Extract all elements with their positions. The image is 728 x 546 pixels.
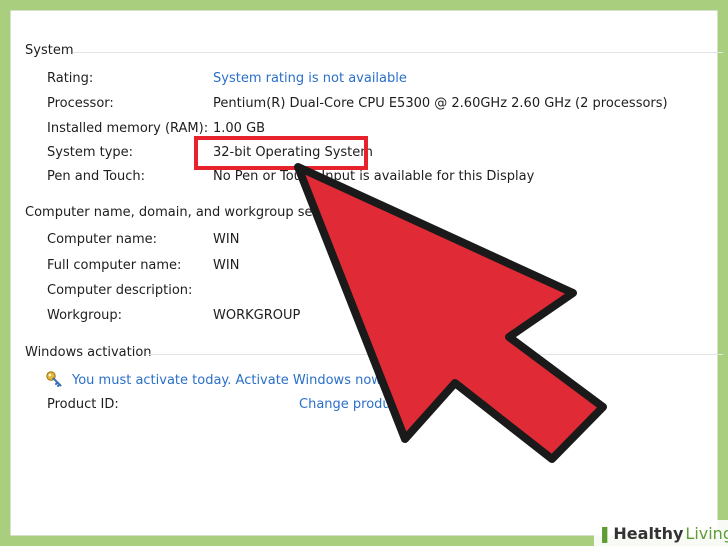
processor-value: Pentium(R) Dual-Core CPU E5300 @ 2.60GHz… bbox=[213, 96, 668, 111]
watermark-brand-light: Living bbox=[685, 523, 728, 543]
section-system-title: System bbox=[25, 43, 723, 58]
section-computer-label: Computer name, domain, and workgroup set… bbox=[25, 205, 343, 220]
computer-name-label: Computer name: bbox=[47, 232, 158, 247]
rating-link[interactable]: System rating is not available bbox=[213, 71, 407, 86]
computer-description-label: Computer description: bbox=[47, 283, 193, 298]
section-divider bbox=[73, 52, 723, 53]
memory-label: Installed memory (RAM): bbox=[47, 121, 209, 136]
section-system-label: System bbox=[25, 43, 74, 58]
workgroup-label: Workgroup: bbox=[47, 308, 123, 323]
full-computer-name-value: WIN bbox=[213, 258, 240, 273]
processor-label: Processor: bbox=[47, 96, 114, 111]
computer-name-value: WIN bbox=[213, 232, 240, 247]
section-computer-title: Computer name, domain, and workgroup set… bbox=[25, 205, 343, 220]
memory-value: 1.00 GB bbox=[213, 121, 266, 136]
section-activation-title: Windows activation bbox=[25, 345, 723, 360]
system-properties-panel: System Rating: System rating is not avai… bbox=[10, 10, 723, 536]
activate-windows-link[interactable]: You must activate today. Activate Window… bbox=[72, 373, 382, 388]
workgroup-value: WORKGROUP bbox=[213, 308, 301, 323]
system-type-label: System type: bbox=[47, 145, 134, 160]
section-divider bbox=[149, 354, 723, 355]
system-type-highlight bbox=[194, 136, 368, 170]
pen-touch-value: No Pen or Touch Input is available for t… bbox=[213, 169, 535, 184]
rating-label: Rating: bbox=[47, 71, 94, 86]
full-computer-name-label: Full computer name: bbox=[47, 258, 182, 273]
pen-touch-label: Pen and Touch: bbox=[47, 169, 146, 184]
healthy-living-watermark: ❚ Healthy Living bbox=[594, 520, 728, 546]
change-product-key-link[interactable]: Change produc bbox=[299, 397, 398, 412]
leaf-logo-icon: ❚ bbox=[598, 523, 612, 543]
product-id-label: Product ID: bbox=[47, 397, 119, 412]
section-activation-label: Windows activation bbox=[25, 345, 152, 360]
watermark-brand-bold: Healthy bbox=[613, 523, 684, 543]
key-icon bbox=[46, 371, 62, 387]
